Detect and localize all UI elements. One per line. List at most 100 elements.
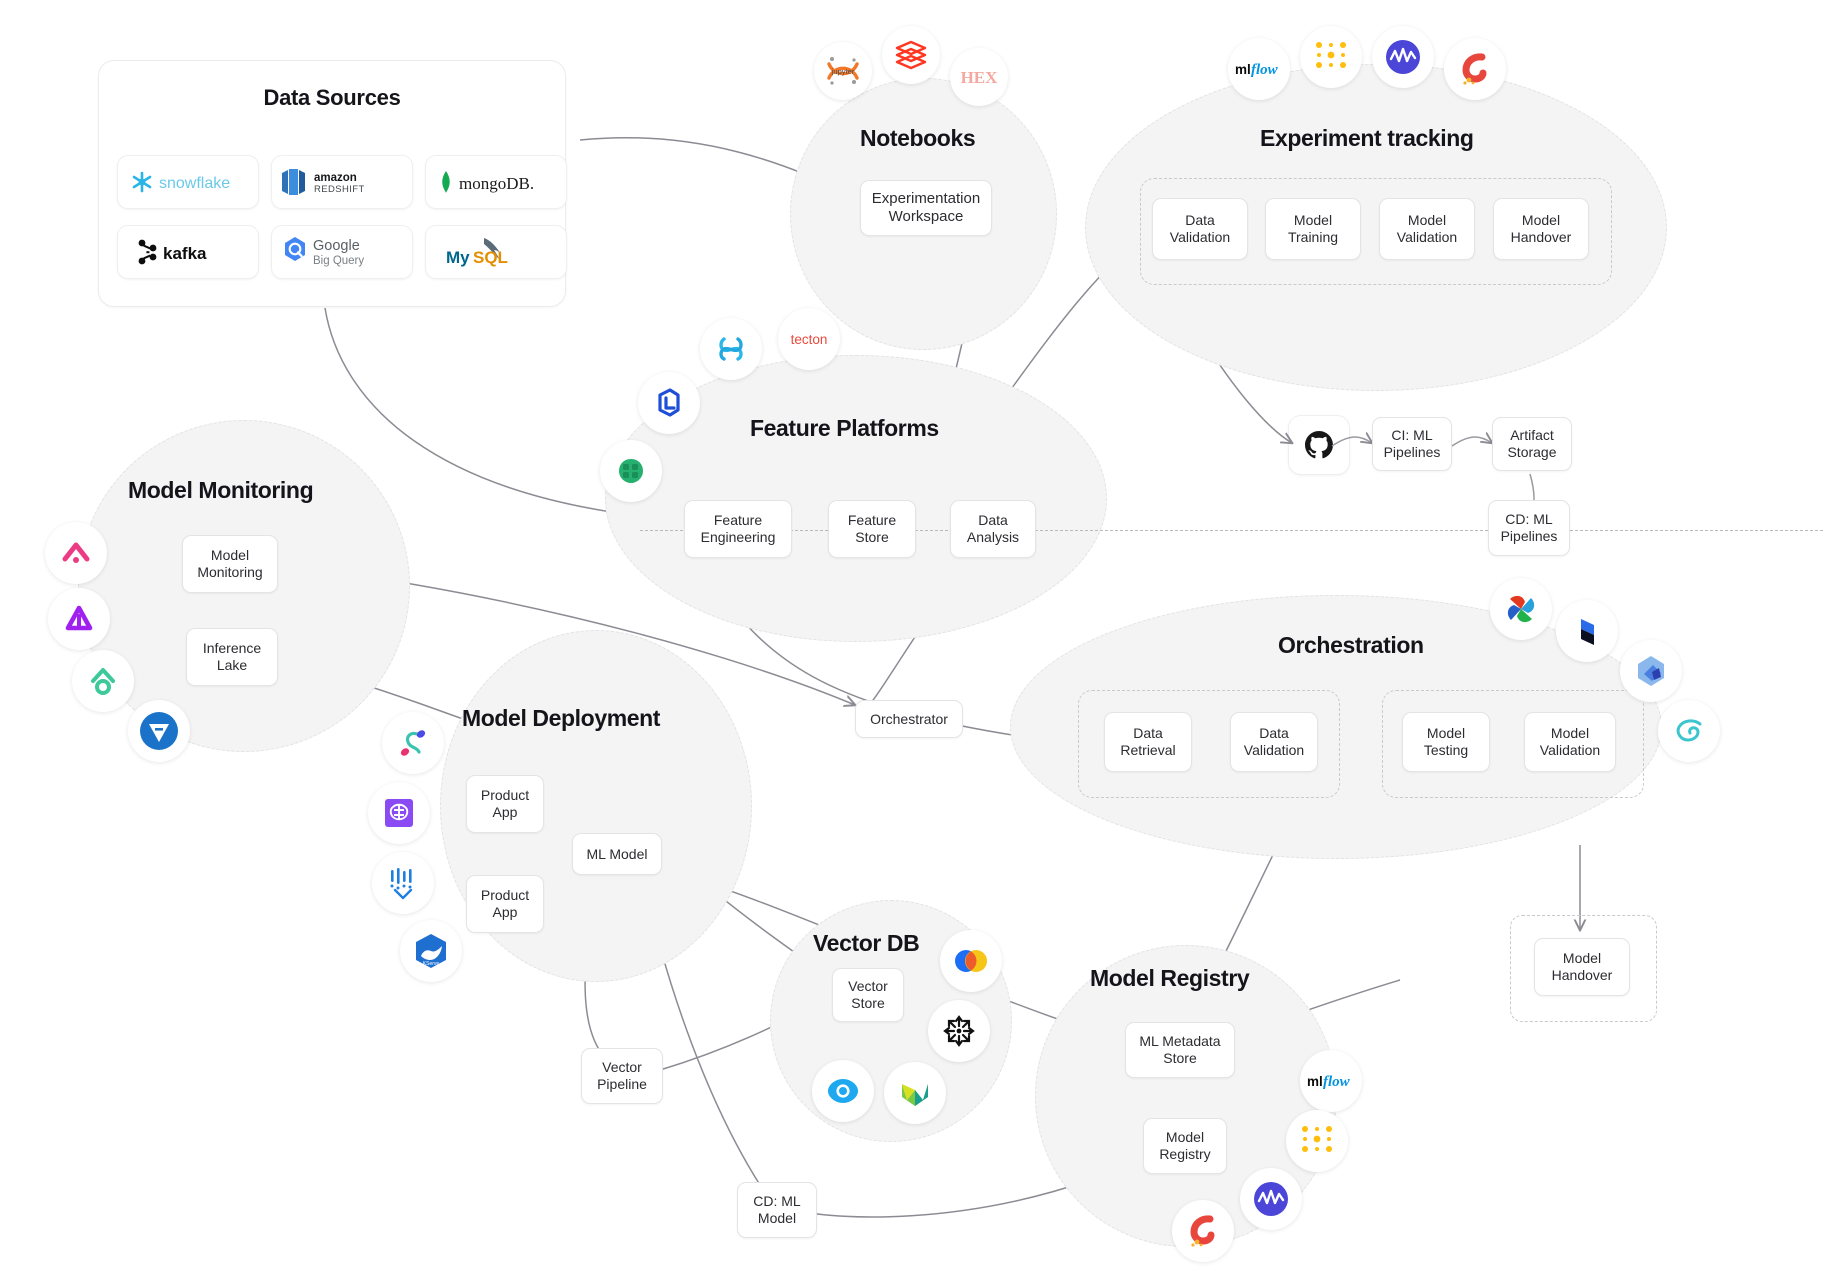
node-orch-data-validation[interactable]: Data Validation [1230, 712, 1318, 772]
node-vector-store[interactable]: Vector Store [832, 968, 904, 1022]
logo-bubble-airflow[interactable] [1490, 578, 1552, 640]
node-inference-lake[interactable]: Inference Lake [186, 628, 278, 686]
model-monitoring-title: Model Monitoring [128, 477, 314, 503]
mlflow-icon: ml flow [1235, 62, 1279, 78]
logo-bubble-ray-serve[interactable] [372, 852, 434, 914]
logo-bubble-fiddler[interactable] [128, 700, 190, 762]
experiment-tracking-title: Experiment tracking [1260, 125, 1474, 151]
node-product-app-1[interactable]: Product App [466, 775, 544, 833]
svg-text:KServe: KServe [423, 961, 440, 967]
node-product-app-2[interactable]: Product App [466, 875, 544, 933]
diagram-canvas: Data Sources snowflake amazon REDSHIFT m… [0, 0, 1823, 1277]
tecton-icon: tecton [791, 332, 828, 347]
logo-bubble-dagster[interactable] [1620, 640, 1682, 702]
logo-card-kafka[interactable]: kafka [117, 225, 259, 279]
aporia-icon [65, 605, 93, 631]
airflow-icon [1507, 595, 1535, 623]
logo-bubble-comet-et[interactable] [1444, 38, 1506, 100]
node-cd-ml-model[interactable]: CD: ML Model [737, 1182, 817, 1238]
node-model-monitoring[interactable]: Model Monitoring [182, 535, 278, 593]
node-ml-metadata-store[interactable]: ML Metadata Store [1125, 1022, 1235, 1078]
bentoml-icon [385, 799, 413, 827]
mlflow-icon: ml flow [1307, 1074, 1351, 1090]
milvus-icon [943, 1015, 975, 1047]
google-bigquery-icon: Google Big Query [285, 237, 364, 267]
jupyter-icon: jupyter [827, 57, 859, 85]
comet-icon [1190, 1215, 1215, 1247]
logo-bubble-weights-and-biases-registry[interactable] [1286, 1110, 1348, 1172]
logo-bubble-evidently[interactable] [72, 650, 134, 712]
weaviate-icon [902, 1084, 928, 1106]
node-et-data-validation[interactable]: Data Validation [1152, 198, 1248, 260]
svg-text:ml: ml [1307, 1074, 1323, 1089]
logo-bubble-comet-registry[interactable] [1172, 1200, 1234, 1262]
node-vector-pipeline[interactable]: Vector Pipeline [581, 1048, 663, 1104]
node-orch-data-retrieval[interactable]: Data Retrieval [1104, 712, 1192, 772]
node-cd-ml-pipelines[interactable]: CD: ML Pipelines [1488, 500, 1570, 556]
node-ml-model[interactable]: ML Model [572, 833, 662, 875]
logo-bubble-hex[interactable]: HEX [950, 48, 1008, 106]
logo-bubble-mlflow-et[interactable]: ml flow [1228, 38, 1290, 100]
logo-bubble-hopsworks[interactable] [600, 440, 662, 502]
logo-bubble-mlflow-registry[interactable]: ml flow [1300, 1050, 1362, 1112]
logo-bubble-pinecone[interactable] [940, 930, 1002, 992]
logo-bubble-weaviate[interactable] [884, 1062, 946, 1124]
node-orch-model-testing[interactable]: Model Testing [1402, 712, 1490, 772]
github-icon [1305, 431, 1333, 459]
logo-bubble-feast[interactable] [700, 318, 762, 380]
logo-bubble-tecton[interactable]: tecton [778, 308, 840, 370]
logo-bubble-weights-and-biases-et[interactable] [1300, 26, 1362, 88]
logo-card-mysql[interactable]: My SQL [425, 225, 567, 279]
weights-and-biases-icon [1316, 42, 1346, 68]
node-data-analysis[interactable]: Data Analysis [950, 500, 1036, 558]
logo-bubble-milvus[interactable] [928, 1000, 990, 1062]
logo-bubble-flyte[interactable] [1658, 700, 1720, 762]
node-model-registry[interactable]: Model Registry [1143, 1118, 1227, 1174]
node-orch-model-validation[interactable]: Model Validation [1524, 712, 1616, 772]
mongodb-icon: mongoDB. [442, 171, 534, 193]
logo-bubble-bentoml[interactable] [368, 782, 430, 844]
logo-bubble-neptune-registry[interactable] [1240, 1168, 1302, 1230]
node-feature-store[interactable]: Feature Store [828, 500, 916, 558]
node-artifact-storage[interactable]: Artifact Storage [1492, 417, 1572, 471]
svg-text:REDSHIFT: REDSHIFT [314, 184, 365, 195]
logo-bubble-neptune-et[interactable] [1372, 26, 1434, 88]
svg-text:ml: ml [1235, 62, 1251, 77]
orchestration-title: Orchestration [1278, 632, 1424, 658]
node-ci-ml-pipelines[interactable]: CI: ML Pipelines [1372, 417, 1452, 471]
logo-card-github[interactable] [1288, 415, 1350, 475]
logo-bubble-databricks[interactable] [882, 26, 940, 84]
node-orchestrator[interactable]: Orchestrator [855, 700, 963, 738]
hex-icon: HEX [961, 68, 999, 87]
snowflake-icon: snowflake [132, 171, 230, 193]
featureform-icon [658, 388, 680, 417]
flyte-icon [1676, 719, 1702, 742]
node-model-handover[interactable]: Model Handover [1534, 938, 1630, 996]
databricks-icon [895, 40, 927, 70]
logo-card-google-bigquery[interactable]: Google Big Query [271, 225, 413, 279]
svg-text:kafka: kafka [163, 244, 207, 263]
logo-bubble-kserve[interactable]: KServe [400, 920, 462, 982]
svg-text:amazon: amazon [314, 172, 357, 184]
logo-bubble-featureform[interactable] [638, 372, 700, 434]
node-feature-engineering[interactable]: Feature Engineering [684, 500, 792, 558]
svg-text:Google: Google [313, 238, 360, 254]
node-et-model-training[interactable]: Model Training [1265, 198, 1361, 260]
svg-text:tecton: tecton [791, 332, 828, 347]
vector-db-title: Vector DB [813, 930, 920, 956]
node-et-model-validation[interactable]: Model Validation [1379, 198, 1475, 260]
logo-bubble-jupyter[interactable]: jupyter [814, 42, 872, 100]
node-et-model-handover[interactable]: Model Handover [1493, 198, 1589, 260]
logo-bubble-qdrant[interactable] [812, 1060, 874, 1122]
logo-card-mongodb[interactable]: mongoDB. [425, 155, 567, 209]
environment-divider [640, 530, 1823, 531]
logo-bubble-seldon[interactable] [382, 712, 444, 774]
model-registry-title: Model Registry [1090, 965, 1250, 991]
logo-bubble-prefect[interactable] [1556, 600, 1618, 662]
logo-card-amazon-redshift[interactable]: amazon REDSHIFT [271, 155, 413, 209]
logo-bubble-arize[interactable] [45, 522, 107, 584]
logo-bubble-aporia[interactable] [48, 588, 110, 650]
node-experimentation-workspace[interactable]: Experimentation Workspace [860, 180, 992, 236]
qdrant-icon [828, 1079, 858, 1103]
logo-card-snowflake[interactable]: snowflake [117, 155, 259, 209]
